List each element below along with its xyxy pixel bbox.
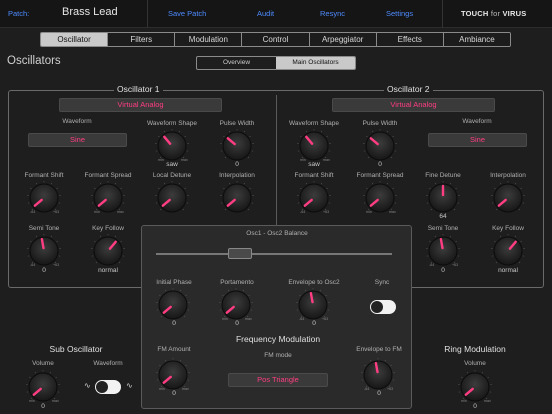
envelope-fm-knob[interactable]: -64 +63 (361, 358, 395, 391)
osc2-pulse-width-knob[interactable] (363, 129, 397, 161)
knob-min-label: -64 (30, 263, 35, 267)
sub-osc-volume-knob[interactable]: min max (26, 370, 60, 403)
osc2-key-follow-knob[interactable] (491, 234, 525, 266)
osc1-waveform-shape-knob[interactable]: min max (155, 129, 189, 162)
knob-min-label: -64 (300, 210, 305, 214)
knob-min-label: min (158, 158, 164, 162)
osc2-fine-detune-knob[interactable] (426, 181, 460, 213)
knob-min-label: -64 (429, 263, 434, 267)
osc1-semi-tone-knob[interactable]: -64 +63 (27, 234, 61, 267)
knob-max-label: max (389, 210, 396, 214)
knob-max-label: +63 (53, 263, 59, 267)
knob-min-label: -64 (364, 387, 369, 391)
osc1-formant-spread-knob[interactable]: min max (91, 181, 125, 214)
knob-min-label: min (366, 210, 372, 214)
app-root: Patch: Brass Lead Save Patch Audit Resyn… (0, 0, 552, 414)
knob-min-label: min (300, 158, 306, 162)
knob-max-label: max (52, 399, 59, 403)
knob-max-label: max (182, 387, 189, 391)
knob-max-label: max (323, 158, 330, 162)
knob-min-label: -64 (30, 210, 35, 214)
osc2-formant-shift-knob[interactable]: -64 +63 (297, 181, 331, 214)
knob-min-label: min (222, 317, 228, 321)
portamento-knob[interactable]: min max (219, 288, 253, 321)
osc2-semi-tone-knob[interactable]: -64 +63 (426, 234, 460, 267)
knob-min-label: min (461, 399, 467, 403)
osc1-interpolation-knob[interactable] (220, 181, 254, 213)
initial-phase-knob[interactable] (156, 288, 190, 320)
osc1-pulse-width-knob[interactable] (220, 129, 254, 161)
knob-min-label: min (159, 387, 165, 391)
osc2-formant-spread-knob[interactable]: min max (363, 181, 397, 214)
knob-max-label: max (181, 158, 188, 162)
fm-amount-knob[interactable]: min max (156, 358, 190, 391)
osc1-formant-shift-knob[interactable]: -64 +63 (27, 181, 61, 214)
knob-min-label: min (29, 399, 35, 403)
knob-max-label: +63 (53, 210, 59, 214)
knob-max-label: +63 (322, 317, 328, 321)
knob-max-label: max (484, 399, 491, 403)
osc2-interpolation-knob[interactable] (491, 181, 525, 213)
osc1-key-follow-knob[interactable] (91, 234, 125, 266)
knob-layer: min max-64 +63 min max-64 +63min max-64 +63 min m… (26, 129, 525, 403)
knob-max-label: +63 (323, 210, 329, 214)
knob-min-label: -64 (299, 317, 304, 321)
envelope-osc2-knob[interactable]: -64 +63 (296, 288, 330, 321)
knob-max-label: max (117, 210, 124, 214)
ring-mod-volume-knob[interactable]: min max (458, 370, 492, 403)
knob-min-label: min (94, 210, 100, 214)
knob-max-label: +63 (387, 387, 393, 391)
knob-max-label: +63 (452, 263, 458, 267)
knob-max-label: max (245, 317, 252, 321)
osc2-waveform-shape-knob[interactable]: min max (297, 129, 331, 162)
osc1-local-detune-knob[interactable] (155, 181, 189, 213)
